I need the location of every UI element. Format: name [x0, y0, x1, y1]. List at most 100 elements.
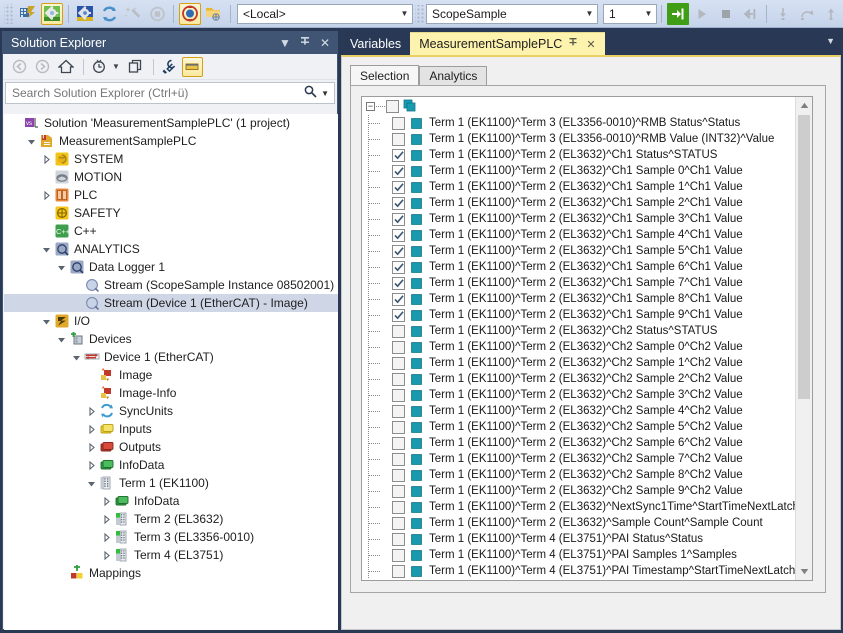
- tree-item-syncunits[interactable]: SyncUnits: [4, 402, 338, 420]
- step-into-icon[interactable]: [772, 3, 794, 25]
- list-item-checkbox[interactable]: [392, 260, 405, 274]
- list-item-checkbox[interactable]: [392, 116, 405, 130]
- list-item[interactable]: Term 1 (EK1100)^Term 4 (EL3751)^PAI Stat…: [362, 531, 795, 547]
- tree-item-system[interactable]: SYSTEM: [4, 150, 338, 168]
- scroll-thumb[interactable]: [798, 115, 810, 399]
- list-item[interactable]: Term 1 (EK1100)^Term 2 (EL3632)^Ch1 Stat…: [362, 147, 795, 163]
- tree-item-i-o[interactable]: I/O: [4, 312, 338, 330]
- tree-item-safety[interactable]: SAFETY: [4, 204, 338, 222]
- list-item-checkbox[interactable]: [392, 468, 405, 482]
- scan-wand-icon[interactable]: [122, 3, 144, 25]
- list-item-checkbox[interactable]: [392, 404, 405, 418]
- list-item-checkbox[interactable]: [392, 228, 405, 242]
- target-browser-icon[interactable]: [203, 3, 225, 25]
- list-item[interactable]: Term 1 (EK1100)^Term 2 (EL3632)^Ch2 Samp…: [362, 451, 795, 467]
- tree-item-devices[interactable]: Devices: [4, 330, 338, 348]
- list-item[interactable]: Term 1 (EK1100)^Term 2 (EL3632)^Ch1 Samp…: [362, 243, 795, 259]
- tab-selection[interactable]: Selection: [350, 65, 420, 86]
- pending-changes-icon[interactable]: [89, 57, 110, 77]
- tree-expander-closed-icon[interactable]: [85, 460, 98, 470]
- tree-item-solution-measurementsampleplc-1-project[interactable]: vs Solution 'MeasurementSamplePLC' (1 pro…: [4, 114, 338, 132]
- home-icon[interactable]: [55, 57, 76, 77]
- tree-item-mappings[interactable]: Mappings: [4, 564, 338, 582]
- tree-item-outputs[interactable]: Outputs: [4, 438, 338, 456]
- tree-expander-closed-icon[interactable]: [40, 154, 53, 164]
- tree-item-stream-scopesample-instance-08502001[interactable]: Stream (ScopeSample Instance 08502001): [4, 276, 338, 294]
- forward-icon[interactable]: [32, 57, 53, 77]
- pin-icon[interactable]: [297, 36, 313, 51]
- list-item[interactable]: Term 1 (EK1100)^Term 2 (EL3632)^Ch1 Samp…: [362, 259, 795, 275]
- list-item-checkbox[interactable]: [392, 244, 405, 258]
- list-item[interactable]: Term 1 (EK1100)^Term 2 (EL3632)^Ch2 Samp…: [362, 387, 795, 403]
- list-item-checkbox[interactable]: [392, 164, 405, 178]
- tree-item-data-logger-1[interactable]: Data Logger 1: [4, 258, 338, 276]
- list-item-checkbox[interactable]: [392, 516, 405, 530]
- tree-item-term-4-el3751[interactable]: Term 4 (EL3751): [4, 546, 338, 564]
- list-item[interactable]: Term 1 (EK1100)^Term 2 (EL3632)^Ch2 Samp…: [362, 403, 795, 419]
- play-icon[interactable]: [691, 3, 713, 25]
- list-item-checkbox[interactable]: [392, 436, 405, 450]
- list-item-checkbox[interactable]: [392, 548, 405, 562]
- show-all-files-icon[interactable]: [181, 56, 203, 77]
- reload-icon[interactable]: [98, 3, 120, 25]
- instance-combo[interactable]: 1 ▼: [603, 3, 657, 24]
- back-icon[interactable]: [9, 57, 30, 77]
- tree-expander-open-icon[interactable]: [40, 245, 53, 254]
- tree-expander-open-icon[interactable]: [40, 317, 53, 326]
- tree-expander-closed-icon[interactable]: [100, 496, 113, 506]
- list-item-checkbox[interactable]: [392, 564, 405, 578]
- target-system-combo[interactable]: <Local> ▼: [237, 3, 413, 24]
- document-menu-icon[interactable]: ▼: [826, 36, 835, 46]
- properties-icon[interactable]: [159, 57, 180, 77]
- search-icon[interactable]: [304, 85, 317, 101]
- solution-tree[interactable]: vs Solution 'MeasurementSamplePLC' (1 pro…: [4, 114, 338, 630]
- tree-expander-open-icon[interactable]: [70, 353, 83, 362]
- list-item[interactable]: Term 1 (EK1100)^Term 2 (EL3632)^Ch2 Samp…: [362, 435, 795, 451]
- list-root-row[interactable]: −: [362, 97, 795, 115]
- search-solution-explorer-input[interactable]: Search Solution Explorer (Ctrl+ü) ▼: [5, 82, 335, 104]
- list-item-checkbox[interactable]: [392, 148, 405, 162]
- tree-expander-open-icon[interactable]: [85, 479, 98, 488]
- list-item[interactable]: Term 1 (EK1100)^Term 3 (EL3356-0010)^RMB…: [362, 131, 795, 147]
- tree-item-c[interactable]: C++ C++: [4, 222, 338, 240]
- tree-item-inputs[interactable]: Inputs: [4, 420, 338, 438]
- tree-item-infodata[interactable]: InfoData: [4, 456, 338, 474]
- chevron-down-icon[interactable]: ▼: [397, 5, 412, 23]
- list-item[interactable]: Term 1 (EK1100)^Term 2 (EL3632)^NextSync…: [362, 499, 795, 515]
- list-item[interactable]: Term 1 (EK1100)^Term 2 (EL3632)^Ch2 Samp…: [362, 467, 795, 483]
- list-item[interactable]: Term 1 (EK1100)^Term 4 (EL3751)^PAI Samp…: [362, 547, 795, 563]
- sync-icon[interactable]: [125, 57, 146, 77]
- list-item[interactable]: Term 1 (EK1100)^Term 2 (EL3632)^Ch2 Samp…: [362, 419, 795, 435]
- search-dropdown-icon[interactable]: ▼: [321, 89, 329, 98]
- scroll-up-button[interactable]: [796, 97, 812, 114]
- tree-expander-closed-icon[interactable]: [85, 424, 98, 434]
- detach-icon[interactable]: [739, 3, 761, 25]
- list-item[interactable]: Term 1 (EK1100)^Term 2 (EL3632)^Ch2 Samp…: [362, 483, 795, 499]
- tree-expander-closed-icon[interactable]: [40, 190, 53, 200]
- tab-measurementsampleplc[interactable]: MeasurementSamplePLC ✕: [410, 32, 605, 55]
- toggle-free-run-icon[interactable]: [146, 3, 168, 25]
- tree-item-device-1-ethercat[interactable]: Device 1 (EtherCAT): [4, 348, 338, 366]
- tree-expander-open-icon[interactable]: [55, 335, 68, 344]
- tree-expander-closed-icon[interactable]: [100, 532, 113, 542]
- list-item-checkbox[interactable]: [392, 292, 405, 306]
- list-item-checkbox[interactable]: [392, 388, 405, 402]
- list-item-checkbox[interactable]: [392, 196, 405, 210]
- list-item-checkbox[interactable]: [392, 180, 405, 194]
- project-combo[interactable]: ScopeSample ▼: [426, 3, 598, 24]
- list-item-checkbox[interactable]: [392, 420, 405, 434]
- gear-green-icon[interactable]: [41, 2, 63, 25]
- tree-item-image-info[interactable]: Image-Info: [4, 384, 338, 402]
- list-item[interactable]: Term 1 (EK1100)^Term 3 (EL3356-0010)^RMB…: [362, 115, 795, 131]
- tree-item-analytics[interactable]: ANALYTICS: [4, 240, 338, 258]
- tree-expander-open-icon[interactable]: [25, 137, 38, 146]
- variable-selection-list[interactable]: − Term 1 (EK1100)^Term 3 (EL3356-0010)^RM…: [361, 96, 813, 581]
- step-out-icon[interactable]: [820, 3, 842, 25]
- list-item[interactable]: Term 1 (EK1100)^Term 2 (EL3632)^Ch1 Samp…: [362, 291, 795, 307]
- list-item[interactable]: Term 1 (EK1100)^Term 2 (EL3632)^Ch2 Samp…: [362, 355, 795, 371]
- list-item[interactable]: Term 1 (EK1100)^Term 4 (EL3751)^PAI Time…: [362, 563, 795, 579]
- tree-expander-open-icon[interactable]: [55, 263, 68, 272]
- list-item[interactable]: Term 1 (EK1100)^Term 2 (EL3632)^Ch2 Samp…: [362, 371, 795, 387]
- tree-item-image[interactable]: Image: [4, 366, 338, 384]
- tree-expander-closed-icon[interactable]: [85, 406, 98, 416]
